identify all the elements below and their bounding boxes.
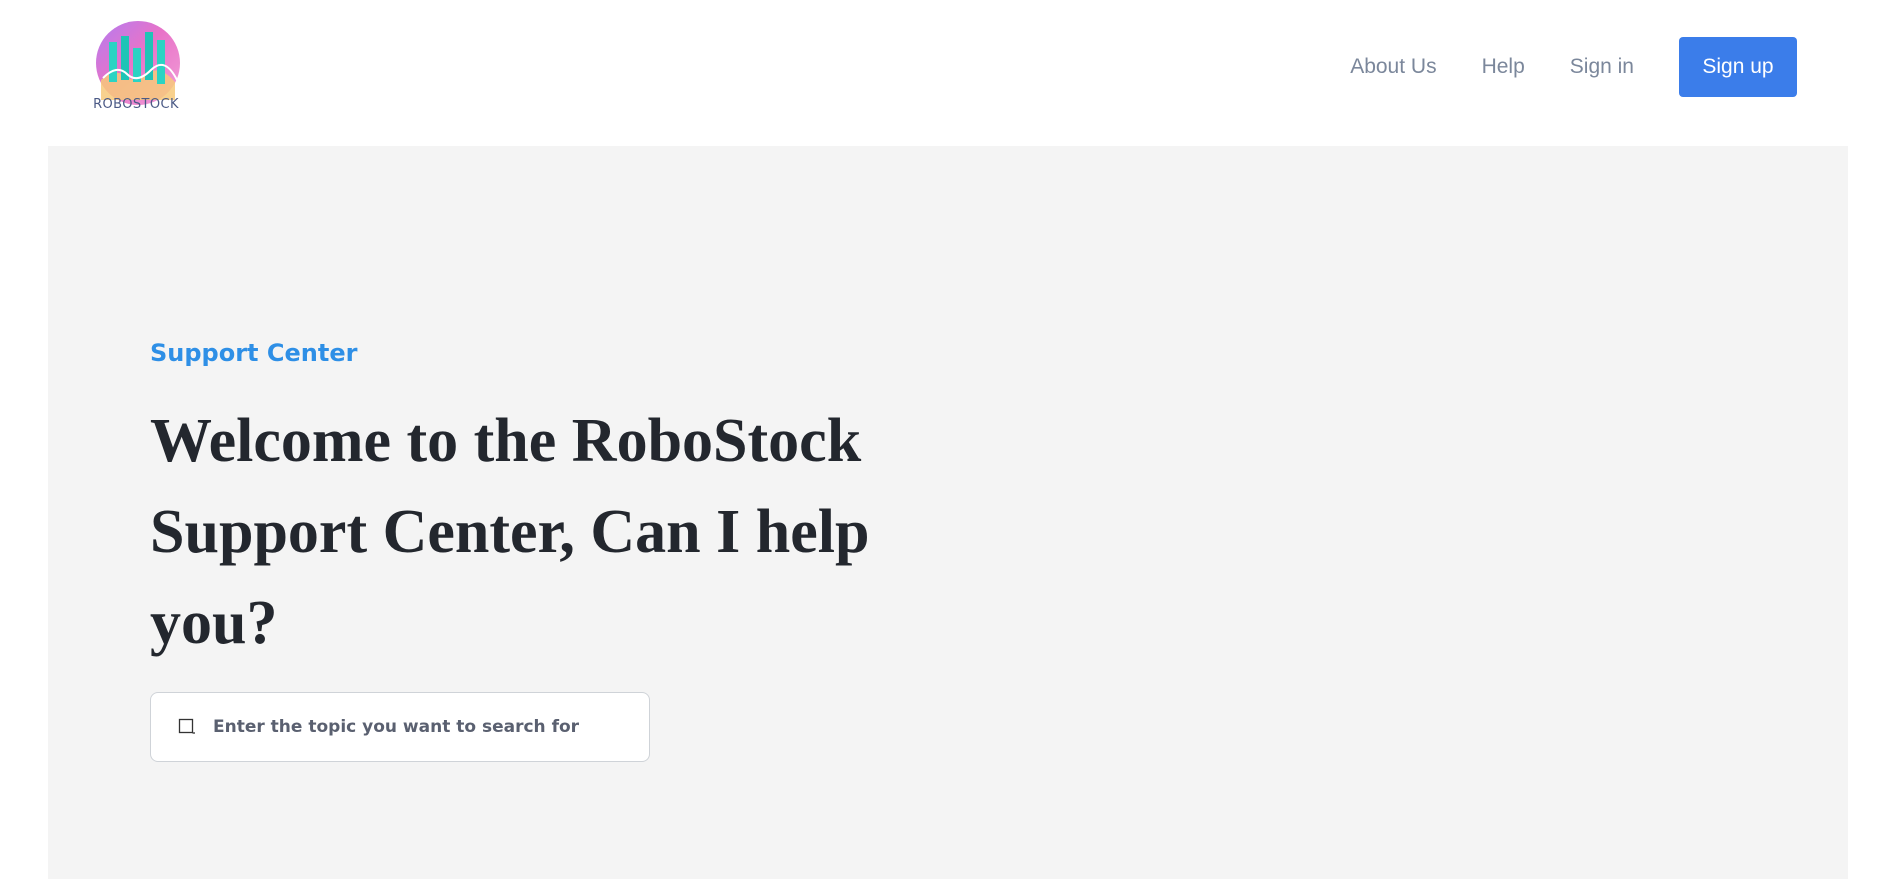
- search-icon: [178, 718, 195, 734]
- nav-about-us-link[interactable]: About Us: [1350, 55, 1436, 79]
- nav-help-link[interactable]: Help: [1482, 55, 1525, 79]
- hero-title: Welcome to the RoboStock Support Center,…: [150, 407, 870, 657]
- search-box[interactable]: [150, 692, 650, 762]
- site-header: ROBOSTOCK About Us Help Sign in Sign up: [0, 0, 1894, 146]
- bar-chart-logo-icon: [96, 21, 180, 105]
- support-center-label: Support Center: [150, 339, 358, 367]
- search-input[interactable]: [211, 707, 611, 747]
- nav-sign-in-link[interactable]: Sign in: [1570, 55, 1634, 79]
- brand-name: ROBOSTOCK: [93, 97, 179, 112]
- sign-up-button[interactable]: Sign up: [1679, 37, 1797, 97]
- top-nav: About Us Help Sign in Sign up: [1350, 37, 1797, 97]
- hero-section: Support Center Welcome to the RoboStock …: [48, 146, 1848, 879]
- brand-logo[interactable]: ROBOSTOCK: [86, 16, 190, 116]
